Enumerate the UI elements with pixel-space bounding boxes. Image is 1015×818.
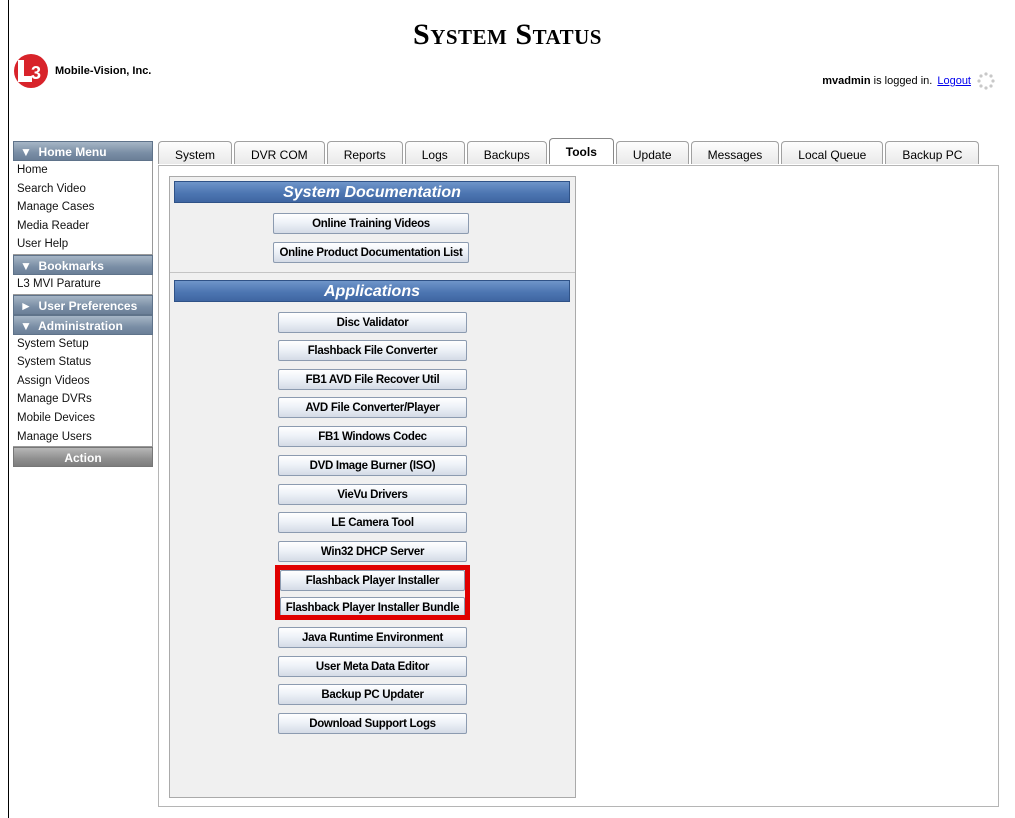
highlight-box <box>275 565 470 620</box>
java-runtime-environment-button[interactable]: Java Runtime Environment <box>278 627 467 648</box>
tab-local-queue[interactable]: Local Queue <box>781 141 884 164</box>
username: mvadmin <box>822 75 871 87</box>
fb1-windows-codec-button[interactable]: FB1 Windows Codec <box>278 426 467 447</box>
logged-in-text: is logged in. <box>870 75 933 87</box>
win32-dhcp-server-button[interactable]: Win32 DHCP Server <box>278 541 467 562</box>
le-camera-tool-button[interactable]: LE Camera Tool <box>278 512 467 533</box>
sidebar-item-system-status[interactable]: System Status <box>13 353 152 372</box>
administration-header[interactable]: ▼ Administration <box>13 314 153 335</box>
user-meta-data-editor-button[interactable]: User Meta Data Editor <box>278 656 467 677</box>
online-product-documentation-list-button[interactable]: Online Product Documentation List <box>273 242 469 263</box>
tab-backup-pc[interactable]: Backup PC <box>885 141 980 164</box>
action-button[interactable]: Action <box>13 447 153 468</box>
sidebar-item-manage-cases[interactable]: Manage Cases <box>13 198 152 217</box>
sidebar-item-search-video[interactable]: Search Video <box>13 180 152 199</box>
page-title: System Status <box>413 18 602 51</box>
company-name: Mobile-Vision, Inc. <box>55 65 152 77</box>
flashback-file-converter-button[interactable]: Flashback File Converter <box>278 340 467 361</box>
home-menu-list: Home Search Video Manage Cases Media Rea… <box>13 161 153 255</box>
sidebar-item-manage-dvrs[interactable]: Manage DVRs <box>13 390 152 409</box>
sidebar: ▼ Home Menu Home Search Video Manage Cas… <box>13 141 153 468</box>
bookmarks-header[interactable]: ▼ Bookmarks <box>13 254 153 275</box>
l3-logo-icon: 3 <box>14 54 48 88</box>
sidebar-item-assign-videos[interactable]: Assign Videos <box>13 372 152 391</box>
company-logo: 3 Mobile-Vision, Inc. <box>13 53 151 89</box>
sidebar-item-user-help[interactable]: User Help <box>13 235 152 254</box>
user-status: mvadmin is logged in. Logout <box>822 72 995 90</box>
sidebar-item-l3-mvi-parature[interactable]: L3 MVI Parature <box>13 275 152 294</box>
sidebar-item-home[interactable]: Home <box>13 161 152 180</box>
tab-dvr-com[interactable]: DVR COM <box>234 141 325 164</box>
tab-tools[interactable]: Tools <box>548 138 614 164</box>
vievu-drivers-button[interactable]: VieVu Drivers <box>278 484 467 505</box>
tab-backups[interactable]: Backups <box>466 141 547 164</box>
backup-pc-updater-button[interactable]: Backup PC Updater <box>278 684 467 705</box>
sidebar-item-mobile-devices[interactable]: Mobile Devices <box>13 409 152 428</box>
section-divider <box>170 272 575 273</box>
system-documentation-header: System Documentation <box>174 181 570 203</box>
avd-file-converter-player-button[interactable]: AVD File Converter/Player <box>278 397 467 418</box>
sidebar-item-manage-users[interactable]: Manage Users <box>13 428 152 447</box>
logout-link[interactable]: Logout <box>937 75 971 87</box>
dvd-image-burner-iso-button[interactable]: DVD Image Burner (ISO) <box>278 455 467 476</box>
sidebar-item-media-reader[interactable]: Media Reader <box>13 217 152 236</box>
applications-header: Applications <box>174 280 570 302</box>
tab-logs[interactable]: Logs <box>404 141 465 164</box>
sidebar-item-system-setup[interactable]: System Setup <box>13 335 152 354</box>
tab-system[interactable]: System <box>158 141 233 164</box>
tab-update[interactable]: Update <box>615 141 689 164</box>
tab-reports[interactable]: Reports <box>326 141 403 164</box>
bookmarks-list: L3 MVI Parature <box>13 274 153 295</box>
tab-messages[interactable]: Messages <box>690 141 780 164</box>
user-preferences-header[interactable]: ► User Preferences <box>13 294 153 315</box>
loading-spinner-icon <box>977 72 995 90</box>
download-support-logs-button[interactable]: Download Support Logs <box>278 713 467 734</box>
fb1-avd-file-recover-util-button[interactable]: FB1 AVD File Recover Util <box>278 369 467 390</box>
online-training-videos-button[interactable]: Online Training Videos <box>273 213 469 234</box>
svg-text:3: 3 <box>31 63 41 83</box>
home-menu-header[interactable]: ▼ Home Menu <box>13 141 153 161</box>
administration-list: System Setup System Status Assign Videos… <box>13 334 153 448</box>
tab-bar: System DVR COM Reports Logs Backups Tool… <box>158 138 981 165</box>
disc-validator-button[interactable]: Disc Validator <box>278 312 467 333</box>
